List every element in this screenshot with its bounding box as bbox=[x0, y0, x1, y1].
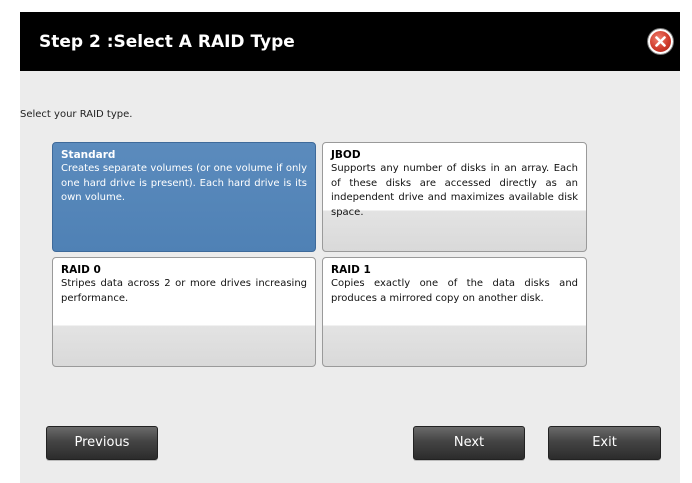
raid-option-title: RAID 1 bbox=[331, 264, 371, 276]
raid-type-prompt: Select your RAID type. bbox=[20, 109, 133, 120]
raid-option-title: JBOD bbox=[331, 149, 361, 161]
raid-option-description: Copies exactly one of the data disks and… bbox=[331, 278, 578, 304]
raid-option-raid0[interactable]: RAID 0 Stripes data across 2 or more dri… bbox=[52, 257, 316, 367]
raid-option-title: Standard bbox=[61, 149, 116, 161]
previous-button[interactable]: Previous bbox=[46, 426, 158, 460]
raid-option-title: RAID 0 bbox=[61, 264, 101, 276]
next-button[interactable]: Next bbox=[413, 426, 525, 460]
close-icon bbox=[655, 36, 666, 47]
dialog-titlebar: Step 2 :Select A RAID Type bbox=[20, 12, 680, 71]
exit-button[interactable]: Exit bbox=[548, 426, 661, 460]
raid-option-description: Stripes data across 2 or more drives inc… bbox=[61, 278, 307, 304]
raid-option-jbod[interactable]: JBOD Supports any number of disks in an … bbox=[322, 142, 587, 252]
dialog-title: Step 2 :Select A RAID Type bbox=[39, 32, 295, 52]
raid-option-standard[interactable]: Standard Creates separate volumes (or on… bbox=[52, 142, 316, 252]
raid-option-description: Creates separate volumes (or one volume … bbox=[61, 163, 307, 203]
raid-option-description: Supports any number of disks in an array… bbox=[331, 163, 578, 218]
raid-option-raid1[interactable]: RAID 1 Copies exactly one of the data di… bbox=[322, 257, 587, 367]
close-button[interactable] bbox=[648, 29, 673, 54]
